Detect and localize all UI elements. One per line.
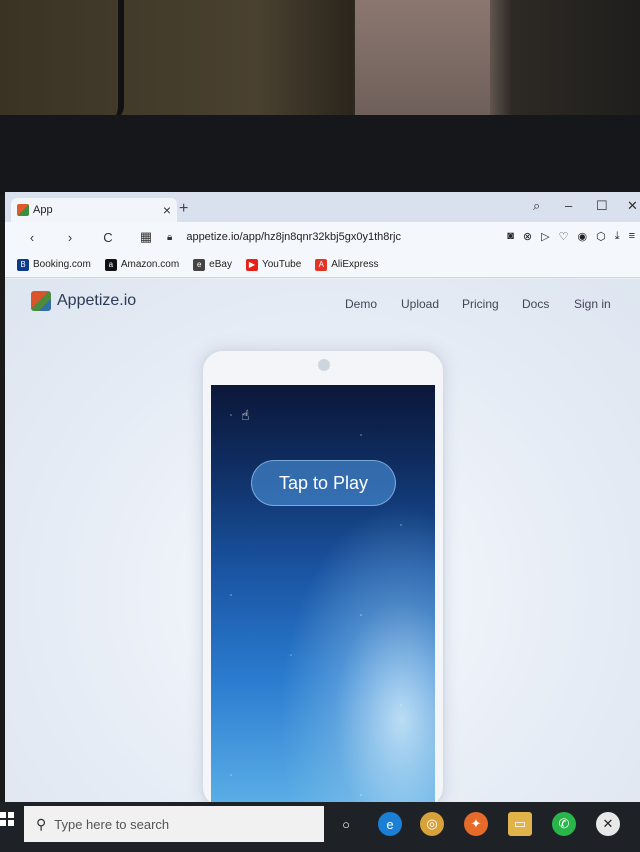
bookmark-label: YouTube [261,259,302,270]
firefox-icon[interactable]: ✦ [464,812,488,836]
browser-tabstrip: App × + ⌕ – ☐ ✕ [5,192,640,222]
task-view-icon[interactable]: ○ [334,812,358,836]
lock-icon: 🔒︎ [167,231,173,243]
hand-cursor-icon: ☝︎ [241,407,250,423]
site-logo[interactable]: Appetize.io [31,291,136,311]
bookmark-label: eBay [209,259,232,270]
ebay-icon: e [193,258,206,271]
bookmark-aliexpress[interactable]: A AliExpress [315,258,379,271]
file-explorer-icon[interactable]: ▭ [508,812,532,836]
brand-name: Appetize.io [57,292,137,309]
chrome-icon[interactable]: ◎ [420,812,444,836]
whatsapp-icon[interactable]: ✆ [552,812,576,836]
bookmark-label: Amazon.com [120,259,180,270]
search-icon: ⚲ [36,815,47,832]
minimize-icon[interactable]: – [565,198,572,213]
nav-pricing[interactable]: Pricing [462,297,499,311]
bookmark-label: Booking.com [33,259,91,270]
door [355,0,490,115]
bookmark-ebay[interactable]: e eBay [193,258,232,271]
tab-title: App [33,204,53,216]
device-frame: ☝︎ Tap to Play [201,349,445,802]
nav-demo[interactable]: Demo [345,297,377,311]
windows-start-icon[interactable] [0,810,16,836]
camera-icon[interactable]: ◙ [507,230,514,243]
taskbar-search[interactable]: ⚲ Type here to search [24,806,324,842]
browser-tab[interactable]: App × [11,198,177,222]
address-bar: ‹ › C ▦ 🔒︎ appetize.io/app/hz8jn8qnr32kb… [5,222,640,252]
close-icon[interactable]: × [163,202,171,218]
nav-docs[interactable]: Docs [522,297,549,311]
tabs-grid-icon[interactable]: ▦ [135,229,157,245]
search-icon[interactable]: ⌕ [533,198,540,214]
edge-icon[interactable]: e [378,812,402,836]
wallet-icon[interactable]: ◉ [577,230,587,243]
window-close-icon[interactable]: ✕ [627,198,638,214]
device-speaker [318,359,330,371]
cable [110,0,124,120]
url-field[interactable]: appetize.io/app/hz8jn8qnr32kbj5gx0y1th8r… [186,231,401,243]
app-screen[interactable]: ☝︎ Tap to Play [211,385,435,802]
download-icon[interactable]: ⤓ [615,230,620,243]
search-placeholder: Type here to search [54,816,170,832]
photo-stage: App × + ⌕ – ☐ ✕ ‹ › C ▦ 🔒︎ appetize.io/a… [0,0,640,852]
bookmarks-bar: B Booking.com a Amazon.com e eBay ▶ YouT… [5,252,640,278]
nav-signin[interactable]: Sign in [574,297,611,311]
aliexpress-icon: A [315,258,328,271]
nav-upload[interactable]: Upload [401,297,439,311]
bookmark-amazon[interactable]: a Amazon.com [104,258,180,271]
amazon-icon: a [104,258,117,271]
windows-taskbar: ⚲ Type here to search ○ e ◎ ✦ ▭ ✆ ✕ [0,802,640,852]
back-icon[interactable]: ‹ [21,230,43,245]
menu-icon[interactable]: ≡ [629,230,635,243]
new-tab-button[interactable]: + [179,200,188,218]
bookmark-booking[interactable]: B Booking.com [17,258,91,271]
forward-icon[interactable]: › [59,230,81,245]
xbox-icon[interactable]: ✕ [596,812,620,836]
appetize-logo-icon [31,291,51,311]
heart-icon[interactable]: ♡ [559,230,569,243]
bookmark-youtube[interactable]: ▶ YouTube [245,258,302,271]
toolbar-icons: ◙ ⊗ ▷ ♡ ◉ ⬡ ⤓ ≡ [507,230,635,243]
monitor-bezel [0,115,640,195]
maximize-icon[interactable]: ☐ [596,198,608,214]
shield-icon[interactable]: ⊗ [523,230,532,243]
booking-icon: B [17,258,29,271]
room-background [0,0,640,125]
app-favicon-icon [17,204,29,216]
stars-background [211,385,435,802]
bookmark-label: AliExpress [331,259,379,270]
youtube-icon: ▶ [245,258,258,271]
appetize-page: Appetize.io Demo Upload Pricing Docs Sig… [5,279,640,802]
tap-to-play-button[interactable]: Tap to Play [251,460,396,506]
cube-icon[interactable]: ⬡ [596,230,606,243]
send-icon[interactable]: ▷ [541,230,549,243]
monitor-screen: App × + ⌕ – ☐ ✕ ‹ › C ▦ 🔒︎ appetize.io/a… [5,192,640,802]
reload-icon[interactable]: C [97,230,119,245]
